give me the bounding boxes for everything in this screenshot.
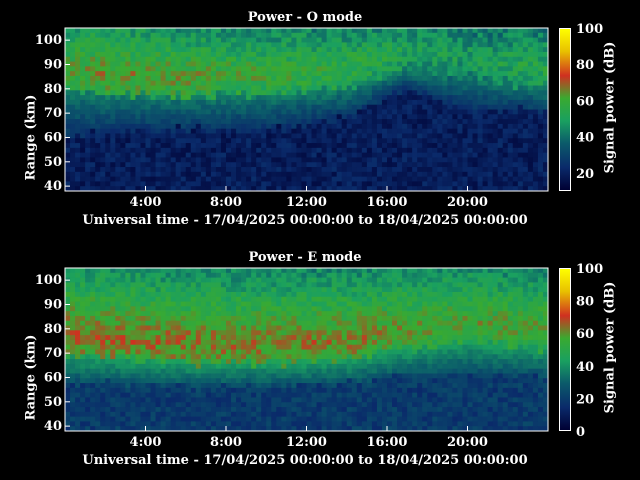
colorbar-tick-label: 40 bbox=[576, 131, 594, 146]
x-tick-label: 20:00 bbox=[447, 195, 488, 210]
y-tick-label: 80 bbox=[44, 82, 62, 97]
y-tick-label: 40 bbox=[44, 179, 62, 194]
colorbar-tick-label: 80 bbox=[576, 58, 594, 73]
y-tick-label: 50 bbox=[44, 155, 62, 170]
colorbar-tick-label: 60 bbox=[576, 94, 594, 109]
y-tick-label: 90 bbox=[44, 57, 62, 72]
panel-e-mode: Power - E mode Range (km) 40 50 60 70 80 90 10… bbox=[0, 240, 640, 480]
plot-frame bbox=[64, 27, 549, 192]
axes-layer: 40 50 60 70 80 90 100 4:00 8:00 12:00 16:00 20:00 20… bbox=[35, 22, 603, 210]
x-tick-label: 8:00 bbox=[210, 195, 242, 210]
x-tick-label: 16:00 bbox=[367, 195, 408, 210]
colorbar-tick-label: 20 bbox=[576, 167, 594, 182]
colorbar-tick-label: 100 bbox=[576, 22, 603, 37]
y-tick-label: 60 bbox=[44, 130, 62, 145]
panel-o-mode: Power - O mode Range (km) 40 50 60 70 80 90 10… bbox=[0, 0, 640, 240]
x-tick-label: 12:00 bbox=[286, 195, 327, 210]
y-tick-label: 70 bbox=[44, 106, 62, 121]
colorbar bbox=[559, 28, 571, 191]
x-axis-label: Universal time - 17/04/2025 00:00:00 to … bbox=[82, 213, 528, 228]
y-tick-label: 100 bbox=[35, 33, 62, 48]
x-tick-label: 4:00 bbox=[130, 195, 162, 210]
colorbar-label: Signal power (dB) bbox=[602, 41, 618, 174]
